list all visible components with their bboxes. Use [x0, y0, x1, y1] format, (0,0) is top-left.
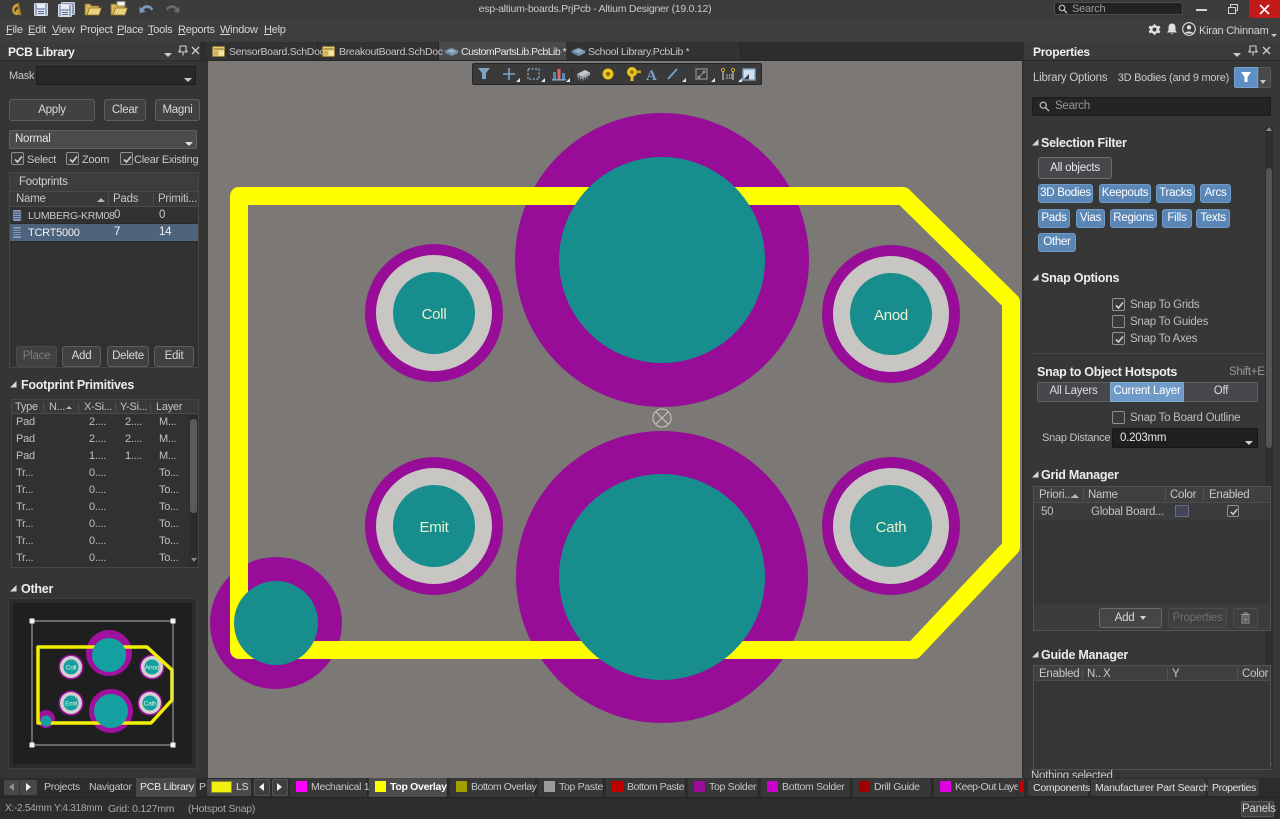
- svg-text:Emit: Emit: [65, 701, 77, 708]
- svg-text:Coll: Coll: [66, 665, 77, 672]
- svg-text:Coll: Coll: [422, 306, 447, 323]
- svg-text:Anod: Anod: [145, 665, 160, 672]
- svg-text:Cath: Cath: [144, 701, 157, 708]
- svg-text:Emit: Emit: [420, 519, 450, 536]
- svg-text:Cath: Cath: [876, 519, 907, 536]
- svg-text:10: 10: [725, 74, 733, 81]
- svg-text:Anod: Anod: [874, 307, 908, 324]
- svg-text:A: A: [646, 68, 657, 83]
